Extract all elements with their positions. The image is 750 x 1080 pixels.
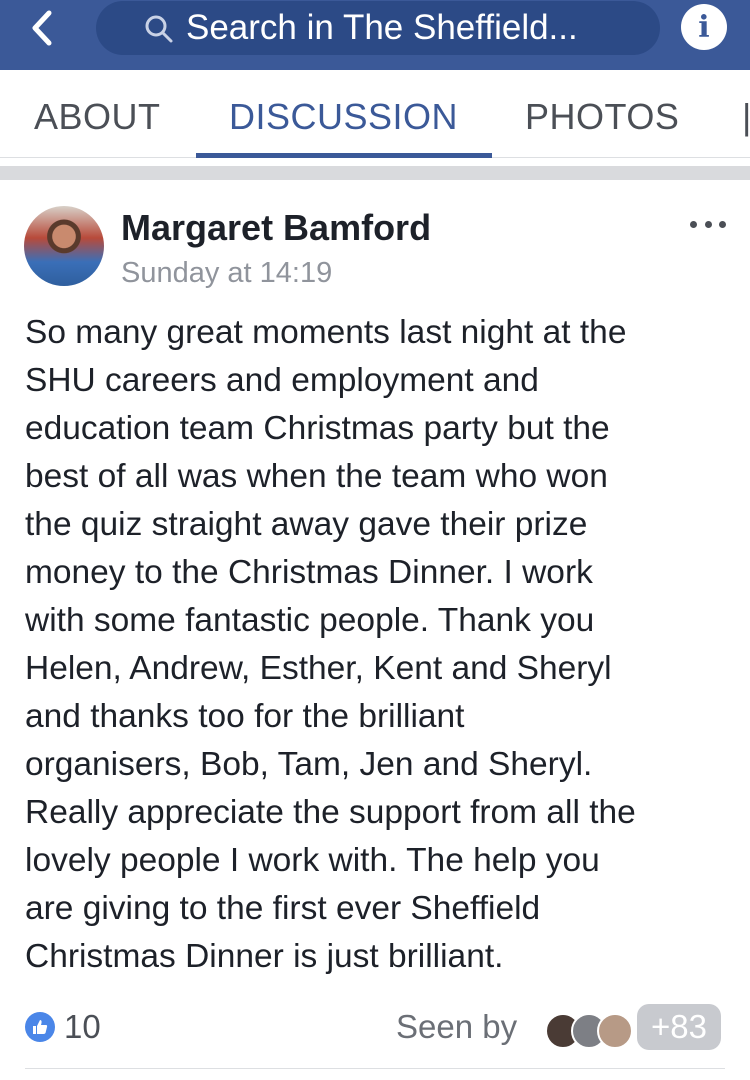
post-text-line: with some fantastic people. Thank you	[25, 602, 595, 639]
post-text-line: money to the Christmas Dinner. I work	[25, 554, 593, 591]
chevron-left-icon	[32, 10, 52, 46]
post-text-line: organisers, Bob, Tam, Jen and Sheryl.	[25, 746, 593, 783]
seen-avatar	[597, 1013, 633, 1049]
top-bar: Search in The Sheffield... i	[0, 0, 750, 70]
avatar[interactable]	[24, 206, 104, 286]
info-icon: i	[698, 9, 710, 45]
post-author[interactable]: Margaret Bamford	[121, 207, 431, 249]
info-button[interactable]: i	[681, 4, 727, 50]
more-options-button[interactable]	[690, 212, 726, 236]
search-placeholder: Search in The Sheffield...	[186, 8, 578, 47]
like-count[interactable]: 10	[64, 1008, 101, 1046]
post-text-line: best of all was when the team who won	[25, 458, 608, 495]
search-input[interactable]: Search in The Sheffield...	[96, 1, 660, 55]
section-divider	[0, 166, 750, 180]
tab-about[interactable]: ABOUT	[34, 96, 161, 138]
tab-photos[interactable]: PHOTOS	[525, 96, 679, 138]
post-text-line: lovely people I work with. The help you	[25, 842, 600, 879]
post-text-line: the quiz straight away gave their prize	[25, 506, 588, 543]
post-text-line: are giving to the first ever Sheffield	[25, 890, 541, 927]
tab-next-partial[interactable]: |	[742, 96, 750, 138]
thumbs-up-icon	[33, 1020, 48, 1034]
post-text-line: Helen, Andrew, Esther, Kent and Sheryl	[25, 650, 612, 687]
post-text: So many great moments last night at the …	[25, 309, 735, 981]
search-icon	[145, 15, 173, 43]
like-icon[interactable]	[25, 1012, 55, 1042]
active-tab-indicator	[196, 153, 492, 158]
post-text-line: Christmas Dinner is just brilliant.	[25, 938, 504, 975]
seen-by-label[interactable]: Seen by	[396, 1008, 517, 1046]
post-text-line: education team Christmas party but the	[25, 410, 610, 447]
tab-bar: ABOUT DISCUSSION PHOTOS |	[0, 70, 750, 158]
post-bottom-divider	[25, 1068, 725, 1069]
seen-more-count[interactable]: +83	[637, 1004, 721, 1050]
post-text-line: So many great moments last night at the	[25, 314, 627, 351]
more-dot-icon	[690, 220, 697, 228]
post-text-line: and thanks too for the brilliant	[25, 698, 465, 735]
tab-discussion[interactable]: DISCUSSION	[229, 96, 458, 138]
post-text-line: Really appreciate the support from all t…	[25, 794, 636, 831]
seen-by-avatars[interactable]	[545, 1013, 645, 1049]
more-dot-icon	[719, 220, 726, 228]
post-timestamp[interactable]: Sunday at 14:19	[121, 257, 332, 290]
more-dot-icon	[704, 220, 712, 228]
post-text-line: SHU careers and employment and	[25, 362, 539, 399]
back-button[interactable]	[20, 6, 64, 50]
